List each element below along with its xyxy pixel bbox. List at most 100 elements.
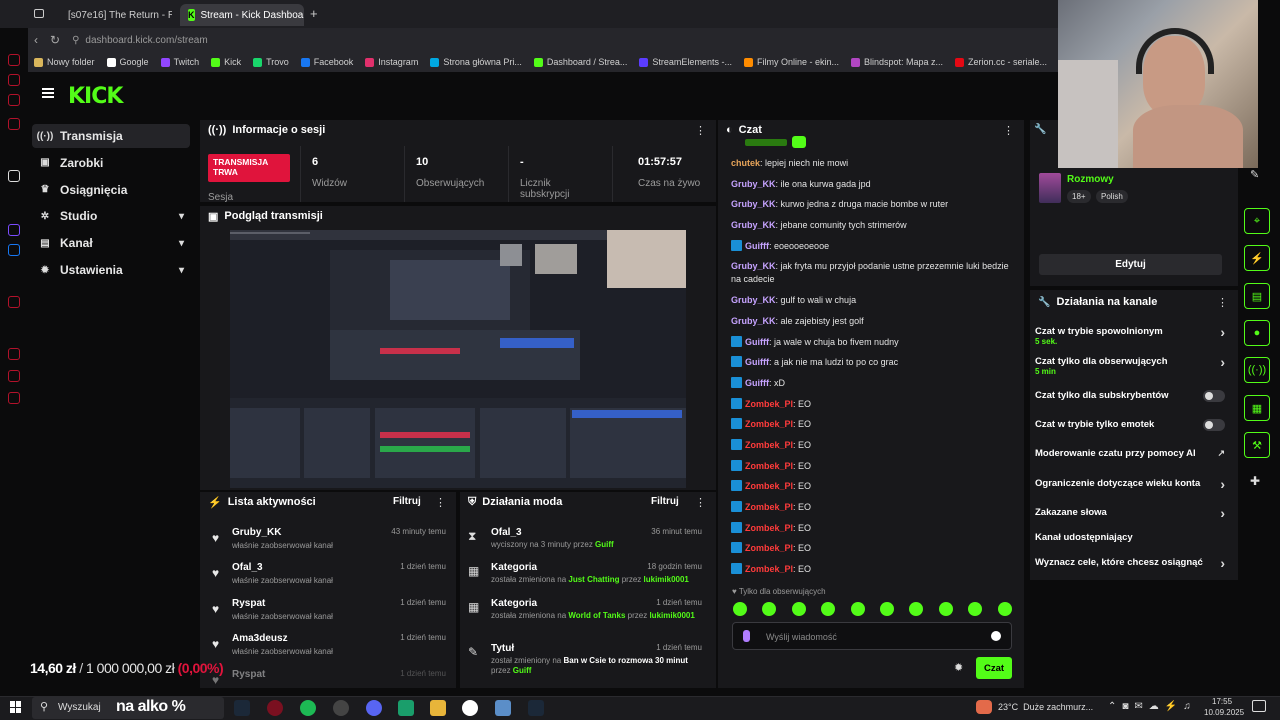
more-icon[interactable]: ⋮ [1217,296,1228,309]
bookmark-item[interactable]: Google [106,57,149,67]
chat-username[interactable]: Guifff [745,241,769,251]
emote-icon[interactable] [850,602,865,616]
bookmark-item[interactable]: Nowy folder [34,57,95,67]
emote-icon[interactable] [880,602,894,616]
toggle-switch[interactable] [1203,390,1225,402]
rail-button-3[interactable]: ▤ [1244,283,1270,309]
more-icon[interactable]: ⋮ [695,124,706,137]
bookmark-item[interactable]: StreamElements -... [639,57,732,67]
mod-action-row[interactable]: ⧗ Ofal_3 36 minut temu wyciszony na 3 minut… [466,527,706,561]
mod-action-row[interactable]: ✎ Tytuł 1 dzień temu został zmieniony na Ba… [466,643,706,677]
channel-action-item[interactable]: Czat w trybie spowolnionym 5 sek. › [1035,324,1225,346]
obs-icon[interactable] [333,700,349,716]
bookmark-item[interactable]: Kick [211,57,241,67]
mod-action-row[interactable]: ▦ Kategoria 18 godzin temu została zmienion… [466,562,706,596]
emoji-icon[interactable] [991,631,1001,641]
channel-action-item[interactable]: Ograniczenie dotyczące wieku konta › [1035,476,1225,492]
sidebar-item-osiągnięcia[interactable]: ♛ Osiągnięcia [32,178,190,202]
menu-icon[interactable] [42,88,54,98]
bookmark-item[interactable]: Strona główna Pri... [430,57,522,67]
bookmark-item[interactable]: Blindspot: Mapa z... [850,57,943,67]
more-icon[interactable]: ⋮ [695,496,706,509]
more-icon[interactable]: ⋮ [435,496,446,509]
windows-start-icon[interactable] [10,701,22,713]
new-tab-icon[interactable]: + [310,6,318,21]
toggle-switch[interactable] [1203,419,1225,431]
stream-preview-video[interactable] [230,230,686,488]
activity-filter-button[interactable]: Filtruj [393,496,421,507]
chat-username[interactable]: Zombek_Pl [745,564,793,574]
chat-message[interactable]: Zombek_Pl: EO [731,480,1011,493]
chat-message[interactable]: Zombek_Pl: EO [731,460,1011,473]
edge-icon[interactable] [8,244,20,256]
channel-action-item[interactable]: Wyznacz cele, które chcesz osiągnąć › [1035,555,1225,571]
chat-username[interactable]: Gruby_KK [731,316,776,326]
channel-action-item[interactable]: Kanał udostępniający [1035,532,1225,543]
back-icon[interactable]: ‹ [34,33,38,47]
rail-button-2[interactable]: ⚡ [1244,245,1270,271]
channel-action-item[interactable]: Czat tylko dla subskrybentów [1035,390,1225,402]
url-field[interactable]: ⚲ dashboard.kick.com/stream [72,35,208,46]
discord-icon[interactable] [366,700,382,716]
tab-kick-dashboard[interactable]: K Stream - Kick Dashboard [180,4,304,26]
chat-message[interactable]: Zombek_Pl: EO [731,563,1011,576]
chat-message[interactable]: Gruby_KK: kurwo jedna z druga macie bomb… [731,198,1011,211]
bookmark-item[interactable]: Filmy Online - ekin... [743,57,839,67]
mod-action-row[interactable]: ▦ Kategoria 1 dzień temu została zmieniona … [466,598,706,632]
tab-menu-icon[interactable] [34,9,44,18]
puzzle-icon[interactable]: ✚ [1250,474,1260,488]
chat-send-button[interactable]: Czat [976,657,1012,679]
channel-action-item[interactable]: Zakazane słowa › [1035,505,1225,521]
chat-username[interactable]: Gruby_KK [731,261,776,271]
bookmark-item[interactable]: Trovo [253,57,289,67]
tab-tvshow[interactable]: [s07e16] The Return - Re [54,4,172,26]
chat-message[interactable]: Gruby_KK: ile ona kurwa gada jpd [731,178,1011,191]
bookmark-item[interactable]: Instagram [365,57,418,67]
rail-button-7[interactable]: ⚒ [1244,432,1270,458]
edge-icon[interactable] [8,170,20,182]
chat-username[interactable]: Zombek_Pl [745,523,793,533]
chat-message[interactable]: Guifff: eoeooeoeooe [731,240,1011,253]
bookmark-item[interactable]: Twitch [160,57,199,67]
edge-icon[interactable] [8,296,20,308]
chat-username[interactable]: Guifff [745,357,769,367]
chat-message[interactable]: Gruby_KK: gulf to wali w chuja [731,294,1011,307]
chat-message[interactable]: Zombek_Pl: EO [731,439,1011,452]
chat-input[interactable]: Wyślij wiadomość [732,622,1012,650]
app-icon[interactable] [495,700,511,716]
chat-message[interactable]: Zombek_Pl: EO [731,542,1011,555]
activity-row[interactable]: ♥ Ama3deusz właśnie zaobserwował kanał 1 dz… [210,633,450,667]
mod-filter-button[interactable]: Filtruj [651,496,679,507]
chat-username[interactable]: Guifff [745,337,769,347]
emote-icon[interactable] [938,602,953,616]
chat-message[interactable]: Guifff: a jak nie ma ludzi to po co grac [731,356,1011,369]
activity-row[interactable]: ♥ Gruby_KK właśnie zaobserwował kanał 43 mi… [210,527,450,561]
chat-username[interactable]: Zombek_Pl [745,461,793,471]
edge-icon[interactable] [8,224,20,236]
chat-username[interactable]: Zombek_Pl [745,481,793,491]
chat-username[interactable]: Zombek_Pl [745,419,793,429]
chat-message[interactable]: Guifff: ja wale w chuja bo fivem nudny [731,336,1011,349]
chat-message[interactable]: Gruby_KK: ale zajebisty jest golf [731,315,1011,328]
edit-button[interactable]: Edytuj [1039,254,1222,275]
edge-icon[interactable] [8,54,20,66]
chat-message[interactable]: Zombek_Pl: EO [731,418,1011,431]
edge-icon[interactable] [8,74,20,86]
rail-button-1[interactable]: ⌖ [1244,208,1270,234]
chat-message[interactable]: Gruby_KK: jak fryta mu przyjoł podanie u… [731,260,1011,286]
emote-icon[interactable] [791,602,806,616]
bookmark-item[interactable]: Facebook [300,57,353,67]
app-icon[interactable] [398,700,414,716]
chat-username[interactable]: Guifff [745,378,769,388]
chat-username[interactable]: Zombek_Pl [745,502,793,512]
activity-row[interactable]: ♥ Ofal_3 właśnie zaobserwował kanał 1 dzień… [210,562,450,596]
channel-action-item[interactable]: Czat tylko dla obserwujących 5 min › [1035,354,1225,376]
steam-icon[interactable] [528,700,544,716]
opera-icon[interactable] [267,700,283,716]
reload-icon[interactable]: ↻ [50,33,60,47]
steam-icon[interactable] [234,700,250,716]
kick-logo[interactable]: KICK [68,84,123,109]
chat-message[interactable]: Zombek_Pl: EO [731,398,1011,411]
weather-text[interactable]: 23°C Duże zachmurz... [998,702,1093,712]
chat-username[interactable]: Gruby_KK [731,295,776,305]
